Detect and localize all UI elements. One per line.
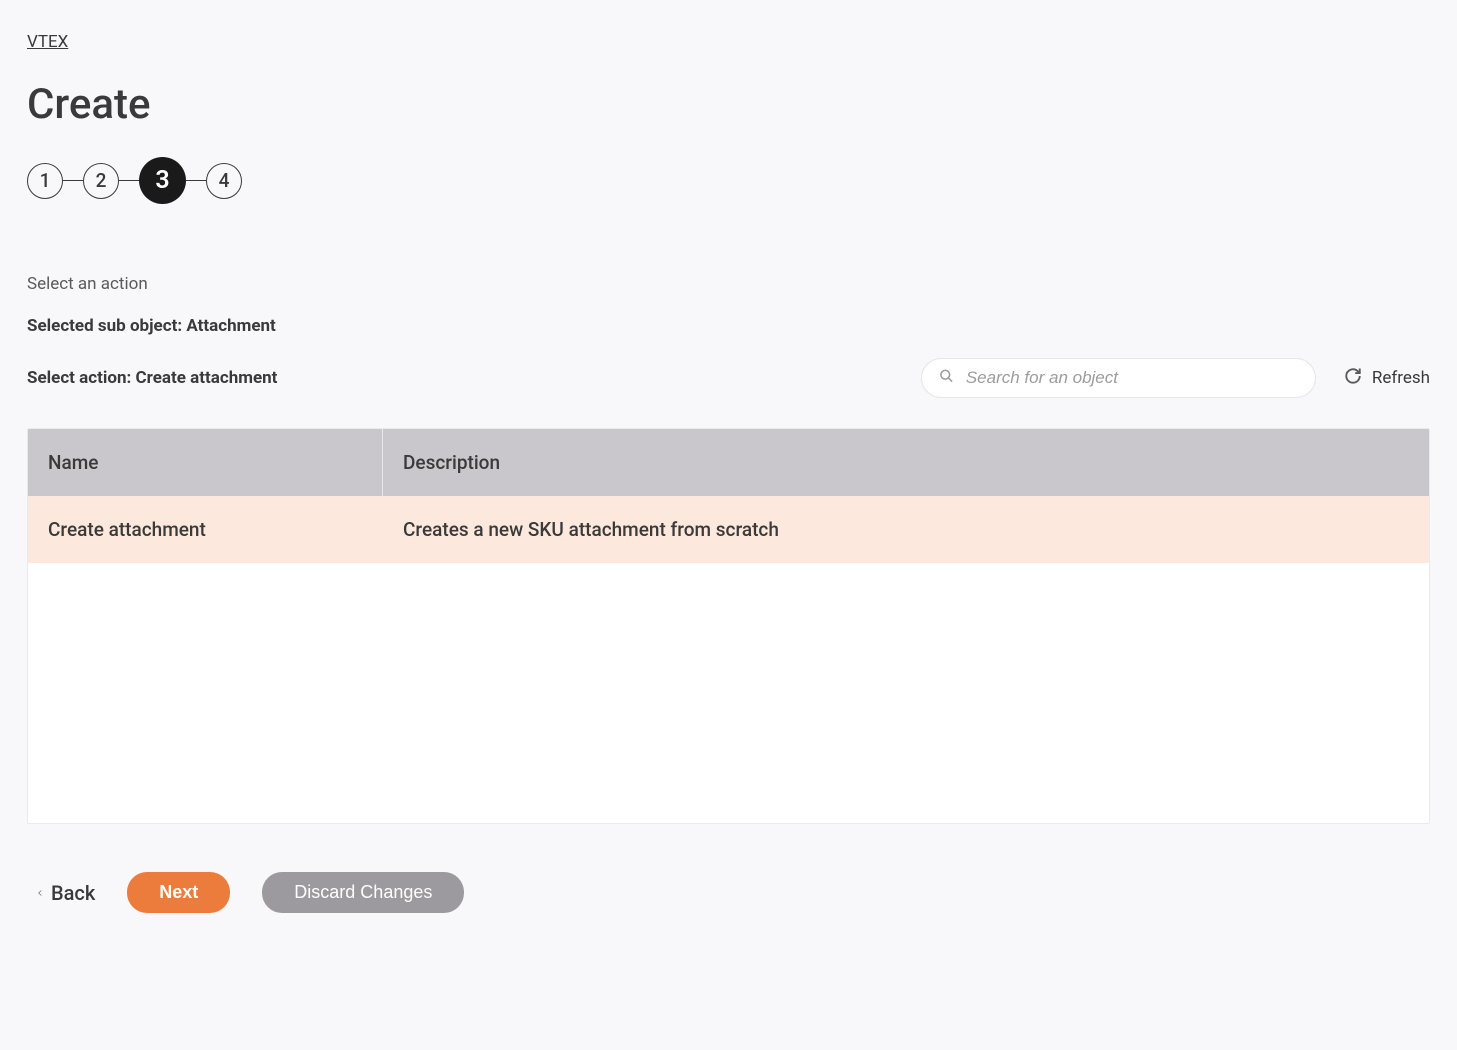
table-empty-area [28, 563, 1429, 823]
footer-actions: Back Next Discard Changes [27, 872, 1430, 913]
section-label: Select an action [27, 274, 1430, 294]
discard-button[interactable]: Discard Changes [262, 872, 464, 913]
header-name: Name [28, 429, 383, 496]
step-2[interactable]: 2 [83, 163, 119, 199]
step-connector [119, 180, 139, 182]
header-description: Description [383, 429, 1429, 496]
chevron-left-icon [35, 881, 45, 905]
next-button[interactable]: Next [127, 872, 230, 913]
step-connector [186, 180, 206, 182]
refresh-label: Refresh [1372, 368, 1430, 388]
stepper: 1 2 3 4 [27, 157, 1430, 204]
search-input[interactable] [921, 358, 1316, 398]
table-row[interactable]: Create attachment Creates a new SKU atta… [28, 496, 1429, 563]
table-header: Name Description [28, 429, 1429, 496]
selected-action: Select action: Create attachment [27, 368, 921, 388]
cell-description: Creates a new SKU attachment from scratc… [383, 496, 1429, 563]
back-button[interactable]: Back [35, 881, 95, 905]
search-icon [939, 369, 954, 388]
page-title: Create [27, 80, 1430, 129]
back-label: Back [51, 881, 95, 905]
cell-name: Create attachment [28, 496, 383, 563]
step-1[interactable]: 1 [27, 163, 63, 199]
step-connector [63, 180, 83, 182]
refresh-icon [1344, 367, 1362, 390]
step-4[interactable]: 4 [206, 163, 242, 199]
breadcrumb-link[interactable]: VTEX [27, 32, 68, 52]
refresh-button[interactable]: Refresh [1344, 367, 1430, 390]
search-wrapper [921, 358, 1316, 398]
action-table: Name Description Create attachment Creat… [27, 428, 1430, 824]
step-3[interactable]: 3 [139, 157, 186, 204]
selected-sub-object: Selected sub object: Attachment [27, 316, 1430, 336]
